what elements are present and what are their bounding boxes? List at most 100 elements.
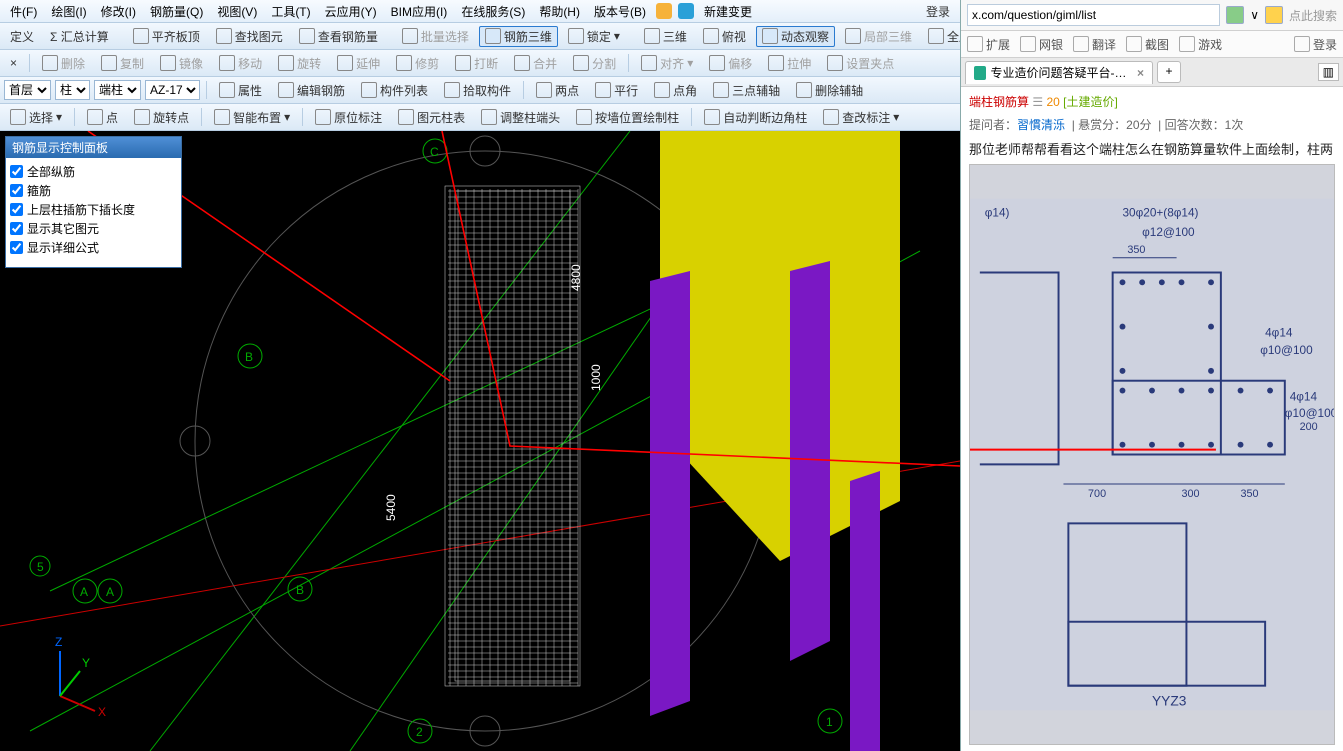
ext-expand[interactable]: 扩展 bbox=[967, 36, 1010, 53]
offset-button[interactable]: 偏移 bbox=[703, 53, 758, 74]
coltab-icon bbox=[398, 109, 414, 125]
review-mark-button[interactable]: 查改标注▾ bbox=[817, 107, 905, 128]
mirror-button[interactable]: 镜像 bbox=[154, 53, 209, 74]
panel-item[interactable]: 上层柱插筋下插长度 bbox=[10, 200, 177, 219]
menu-rebar[interactable]: 钢筋量(Q) bbox=[144, 2, 209, 21]
tab-close-icon[interactable]: × bbox=[1137, 66, 1144, 80]
stretch-button[interactable]: 拉伸 bbox=[762, 53, 817, 74]
break-button[interactable]: 打断 bbox=[449, 53, 504, 74]
auto-corner-button[interactable]: 自动判断边角柱 bbox=[698, 107, 813, 128]
smart-place-button[interactable]: 智能布置▾ bbox=[208, 107, 296, 128]
menu-view[interactable]: 视图(V) bbox=[211, 2, 263, 21]
go-icon[interactable] bbox=[1226, 6, 1244, 24]
chk-formula[interactable] bbox=[10, 241, 23, 254]
merge-button[interactable]: 合并 bbox=[508, 53, 563, 74]
chk-other[interactable] bbox=[10, 222, 23, 235]
col-table-button[interactable]: 图元柱表 bbox=[392, 107, 471, 128]
floor-combo[interactable]: 首层 bbox=[4, 80, 51, 100]
parallel-button[interactable]: 平行 bbox=[589, 80, 644, 101]
draw-by-wall-button[interactable]: 按墙位置绘制柱 bbox=[570, 107, 685, 128]
category-combo[interactable]: 柱 bbox=[55, 80, 90, 100]
close-button[interactable]: × bbox=[4, 54, 23, 72]
rebar3d-icon bbox=[485, 28, 501, 44]
menu-help[interactable]: 帮助(H) bbox=[533, 2, 586, 21]
define-button[interactable]: 定义 bbox=[4, 26, 40, 47]
adjust-head-button[interactable]: 调整柱端头 bbox=[475, 107, 566, 128]
edit-rebar-button[interactable]: 编辑钢筋 bbox=[272, 80, 351, 101]
menu-draw[interactable]: 绘图(I) bbox=[45, 2, 92, 21]
menu-tools[interactable]: 工具(T) bbox=[265, 2, 316, 21]
rebar-display-panel[interactable]: 钢筋显示控制面板 全部纵筋 箍筋 上层柱插筋下插长度 显示其它图元 显示详细公式 bbox=[5, 136, 182, 268]
tab-active[interactable]: 专业造价问题答疑平台-广联达 × bbox=[965, 61, 1153, 84]
menu-version[interactable]: 版本号(B) bbox=[588, 2, 652, 21]
orig-mark-button[interactable]: 原位标注 bbox=[309, 107, 388, 128]
type-combo[interactable]: 端柱 bbox=[94, 80, 141, 100]
app-icon-1[interactable] bbox=[656, 3, 672, 19]
move-button[interactable]: 移动 bbox=[213, 53, 268, 74]
extend-button[interactable]: 延伸 bbox=[331, 53, 386, 74]
menu-file[interactable]: 件(F) bbox=[4, 2, 43, 21]
menu-bim[interactable]: BIM应用(I) bbox=[385, 2, 454, 21]
viewport-3d[interactable]: A B C 5 2 1 A B bbox=[0, 131, 960, 751]
url-input[interactable] bbox=[967, 4, 1220, 26]
view-rebar-button[interactable]: 查看钢筋量 bbox=[293, 26, 384, 47]
three-axis-button[interactable]: 三点辅轴 bbox=[707, 80, 786, 101]
panel-item[interactable]: 显示详细公式 bbox=[10, 238, 177, 257]
select-button[interactable]: 选择▾ bbox=[4, 107, 68, 128]
fav-icon[interactable] bbox=[1265, 6, 1283, 24]
break-icon bbox=[455, 55, 471, 71]
align-button[interactable]: 对齐▾ bbox=[635, 53, 699, 74]
pick-button[interactable]: 拾取构件 bbox=[438, 80, 517, 101]
component-list-button[interactable]: 构件列表 bbox=[355, 80, 434, 101]
panel-item[interactable]: 全部纵筋 bbox=[10, 162, 177, 181]
delete-button[interactable]: 删除 bbox=[36, 53, 91, 74]
ext-bank[interactable]: 网银 bbox=[1020, 36, 1063, 53]
rotate-point-button[interactable]: 旋转点 bbox=[128, 107, 195, 128]
align-icon bbox=[641, 55, 657, 71]
ext-game[interactable]: 游戏 bbox=[1179, 36, 1222, 53]
panel-item[interactable]: 显示其它图元 bbox=[10, 219, 177, 238]
grip-button[interactable]: 设置夹点 bbox=[821, 53, 900, 74]
app-icon-2[interactable] bbox=[678, 3, 694, 19]
ext-shot[interactable]: 截图 bbox=[1126, 36, 1169, 53]
three-d-button[interactable]: 三维 bbox=[638, 26, 693, 47]
ext-trans[interactable]: 翻译 bbox=[1073, 36, 1116, 53]
rebar-3d-button[interactable]: 钢筋三维 bbox=[479, 26, 558, 47]
point-button[interactable]: 点 bbox=[81, 107, 124, 128]
login-link[interactable]: 登录 bbox=[920, 3, 956, 20]
new-tab-button[interactable]: + bbox=[1157, 61, 1181, 83]
chk-all-long[interactable] bbox=[10, 165, 23, 178]
copy-button[interactable]: 复制 bbox=[95, 53, 150, 74]
search-placeholder[interactable]: 点此搜索 bbox=[1289, 7, 1337, 24]
ext-login[interactable]: 登录 bbox=[1294, 36, 1337, 53]
lock-button[interactable]: 锁定▾ bbox=[562, 26, 626, 47]
fullscreen-button[interactable]: 全屏 bbox=[922, 26, 960, 47]
menu-cloud[interactable]: 云应用(Y) bbox=[319, 2, 383, 21]
url-dropdown[interactable]: ∨ bbox=[1250, 8, 1259, 22]
user-link[interactable]: 習慣清泺 bbox=[1017, 118, 1065, 132]
tab-overflow-icon[interactable]: ▥ bbox=[1318, 63, 1339, 81]
svg-text:Z: Z bbox=[55, 635, 62, 649]
batch-select-button[interactable]: 批量选择 bbox=[396, 26, 475, 47]
id-combo[interactable]: AZ-17 bbox=[145, 80, 200, 100]
sum-button[interactable]: Σ 汇总计算 bbox=[44, 26, 115, 47]
property-button[interactable]: 属性 bbox=[213, 80, 268, 101]
panel-item[interactable]: 箍筋 bbox=[10, 181, 177, 200]
trim-button[interactable]: 修剪 bbox=[390, 53, 445, 74]
local-3d-button[interactable]: 局部三维 bbox=[839, 26, 918, 47]
trans-icon bbox=[1073, 36, 1089, 52]
chk-stirrup[interactable] bbox=[10, 184, 23, 197]
split-button[interactable]: 分割 bbox=[567, 53, 622, 74]
top-view-button[interactable]: 俯视 bbox=[697, 26, 752, 47]
menu-online[interactable]: 在线服务(S) bbox=[455, 2, 531, 21]
new-change[interactable]: 新建变更 bbox=[698, 2, 758, 21]
flat-top-button[interactable]: 平齐板顶 bbox=[127, 26, 206, 47]
find-elem-button[interactable]: 查找图元 bbox=[210, 26, 289, 47]
point-angle-button[interactable]: 点角 bbox=[648, 80, 703, 101]
two-point-button[interactable]: 两点 bbox=[530, 80, 585, 101]
chk-upper[interactable] bbox=[10, 203, 23, 216]
menu-modify[interactable]: 修改(I) bbox=[95, 2, 142, 21]
delete-aux-button[interactable]: 删除辅轴 bbox=[790, 80, 869, 101]
dynamic-button[interactable]: 动态观察 bbox=[756, 26, 835, 47]
rotate-button[interactable]: 旋转 bbox=[272, 53, 327, 74]
